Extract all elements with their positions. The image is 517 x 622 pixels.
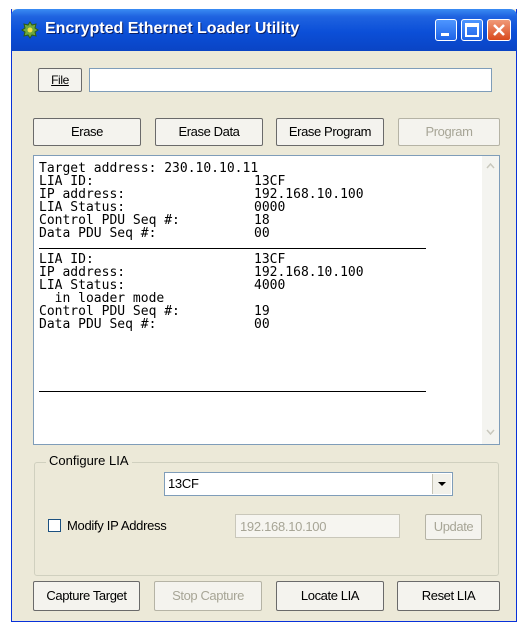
ip-address-value: 192.168.10.100	[240, 519, 327, 534]
close-button[interactable]	[487, 19, 511, 41]
minimize-button[interactable]	[435, 19, 457, 41]
log-scrollbar[interactable]	[482, 156, 499, 444]
erase-program-button[interactable]: Erase Program	[276, 118, 384, 146]
erase-button[interactable]: Erase	[33, 118, 141, 146]
log-value: 4000	[254, 278, 286, 293]
file-path-input[interactable]	[89, 68, 492, 92]
configure-lia-label: Configure LIA	[46, 453, 132, 468]
log-line: Data PDU Seq #:	[39, 317, 157, 332]
log-line: Data PDU Seq #:	[39, 226, 157, 241]
app-icon	[21, 21, 39, 39]
update-button[interactable]: Update	[425, 514, 482, 540]
log-value: 00	[254, 317, 270, 332]
title-bar[interactable]: Encrypted Ethernet Loader Utility	[11, 9, 517, 51]
window-title: Encrypted Ethernet Loader Utility	[45, 20, 300, 37]
capture-target-button[interactable]: Capture Target	[33, 581, 140, 611]
reset-lia-button[interactable]: Reset LIA	[397, 581, 500, 611]
ip-address-input[interactable]: 192.168.10.100	[235, 514, 400, 538]
log-divider	[39, 391, 426, 392]
file-button-label: File	[51, 73, 69, 87]
lia-select[interactable]: 13CF	[164, 472, 453, 496]
program-button[interactable]: Program	[398, 118, 500, 146]
locate-lia-button[interactable]: Locate LIA	[276, 581, 384, 611]
modify-ip-checkbox[interactable]	[48, 519, 61, 532]
file-button[interactable]: File	[38, 68, 82, 92]
modify-ip-label: Modify IP Address	[67, 518, 167, 533]
log-value: 00	[254, 226, 270, 241]
erase-data-button[interactable]: Erase Data	[155, 118, 263, 146]
maximize-button[interactable]	[461, 19, 483, 41]
status-log[interactable]: Target address: 230.10.10.11 LIA ID: 13C…	[33, 155, 500, 445]
scroll-arrows-icon	[486, 162, 495, 436]
log-divider	[39, 248, 426, 249]
chevron-down-icon[interactable]	[432, 474, 451, 494]
stop-capture-button[interactable]: Stop Capture	[154, 581, 262, 611]
lia-select-value: 13CF	[168, 476, 199, 491]
